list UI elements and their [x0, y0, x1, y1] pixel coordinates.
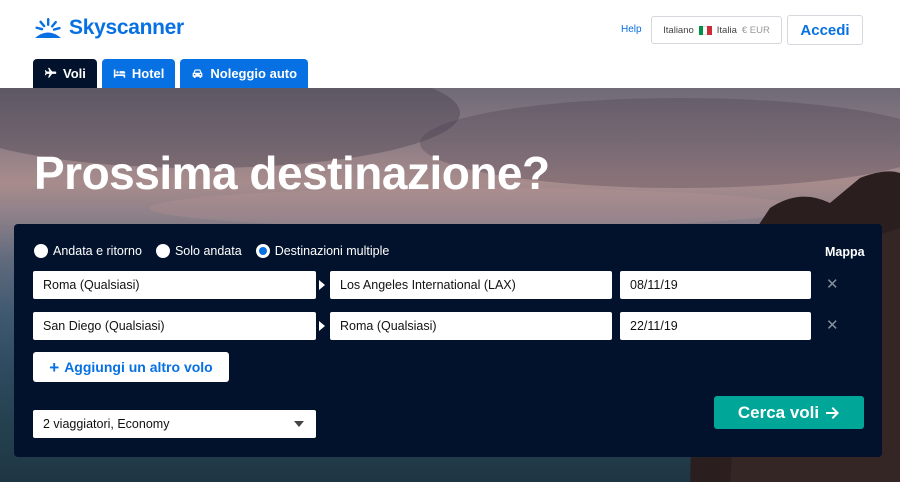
site-header: Skyscanner Help Italiano Italia € EUR Ac… — [0, 0, 900, 88]
login-button[interactable]: Accedi — [787, 15, 863, 45]
add-flight-button[interactable]: + Aggiungi un altro volo — [33, 352, 229, 382]
tab-label: Noleggio auto — [210, 66, 298, 81]
travellers-value: 2 viaggiatori, Economy — [43, 417, 170, 431]
logo-text: Skyscanner — [69, 16, 184, 39]
trip-type-multi-city[interactable]: Destinazioni multiple — [255, 244, 390, 258]
flight-search-panel: Andata e ritorno Solo andata Destinazion… — [14, 224, 882, 457]
arrow-right-icon — [319, 280, 325, 290]
radio-button[interactable] — [155, 244, 170, 258]
tab-hotel[interactable]: Hotel — [101, 59, 176, 88]
italy-flag-icon — [698, 25, 712, 35]
trip-type-selector: Andata e ritorno Solo andata Destinazion… — [34, 244, 389, 258]
radio-button-selected[interactable] — [255, 244, 270, 258]
hero-section: Prossima destinazione? Andata e ritorno … — [0, 88, 900, 482]
remove-leg-2-close-icon[interactable]: ✕ — [826, 316, 839, 334]
tab-car-hire[interactable]: Noleggio auto — [180, 59, 309, 88]
trip-type-one-way[interactable]: Solo andata — [155, 244, 242, 258]
locale-button[interactable]: Italiano Italia € EUR — [651, 16, 782, 44]
map-link[interactable]: Mappa — [825, 245, 865, 259]
date-input-leg-1[interactable]: 08/11/19 — [620, 271, 811, 299]
language-label: Italiano — [663, 24, 694, 36]
skyscanner-logo[interactable]: Skyscanner — [33, 14, 184, 42]
product-tabs: Voli Hotel Noleggio auto — [33, 59, 309, 88]
hero-title: Prossima destinazione? — [34, 147, 550, 199]
tab-flights[interactable]: Voli — [33, 59, 97, 88]
country-label: Italia — [716, 24, 737, 36]
origin-input-leg-1[interactable]: Roma (Qualsiasi) — [33, 271, 316, 299]
travellers-cabin-select[interactable]: 2 viaggiatori, Economy — [33, 410, 316, 438]
currency-label: € EUR — [741, 24, 770, 36]
sunrise-logo-icon — [35, 18, 61, 38]
car-icon — [193, 69, 203, 78]
radio-label: Solo andata — [174, 244, 242, 258]
arrow-right-icon — [319, 321, 325, 331]
origin-input-leg-2[interactable]: San Diego (Qualsiasi) — [33, 312, 316, 340]
date-input-leg-2[interactable]: 22/11/19 — [620, 312, 811, 340]
plane-icon — [44, 67, 57, 78]
radio-label: Andata e ritorno — [53, 244, 142, 258]
search-flights-button[interactable]: Cerca voli — [714, 396, 864, 429]
arrow-right-icon — [826, 406, 840, 419]
bed-icon — [113, 69, 126, 78]
search-button-label: Cerca voli — [737, 402, 820, 422]
radio-label: Destinazioni multiple — [274, 244, 390, 258]
add-flight-label: Aggiungi un altro volo — [64, 359, 213, 375]
radio-button[interactable] — [34, 244, 48, 258]
remove-leg-1-close-icon[interactable]: ✕ — [826, 275, 839, 293]
plus-icon: + — [49, 357, 60, 377]
chevron-down-icon — [294, 421, 304, 427]
destination-input-leg-1[interactable]: Los Angeles International (LAX) — [330, 271, 612, 299]
trip-type-round-trip[interactable]: Andata e ritorno — [34, 244, 142, 258]
tab-label: Voli — [63, 66, 86, 81]
destination-input-leg-2[interactable]: Roma (Qualsiasi) — [330, 312, 612, 340]
tab-label: Hotel — [131, 66, 165, 81]
help-link[interactable]: Help — [621, 24, 642, 35]
